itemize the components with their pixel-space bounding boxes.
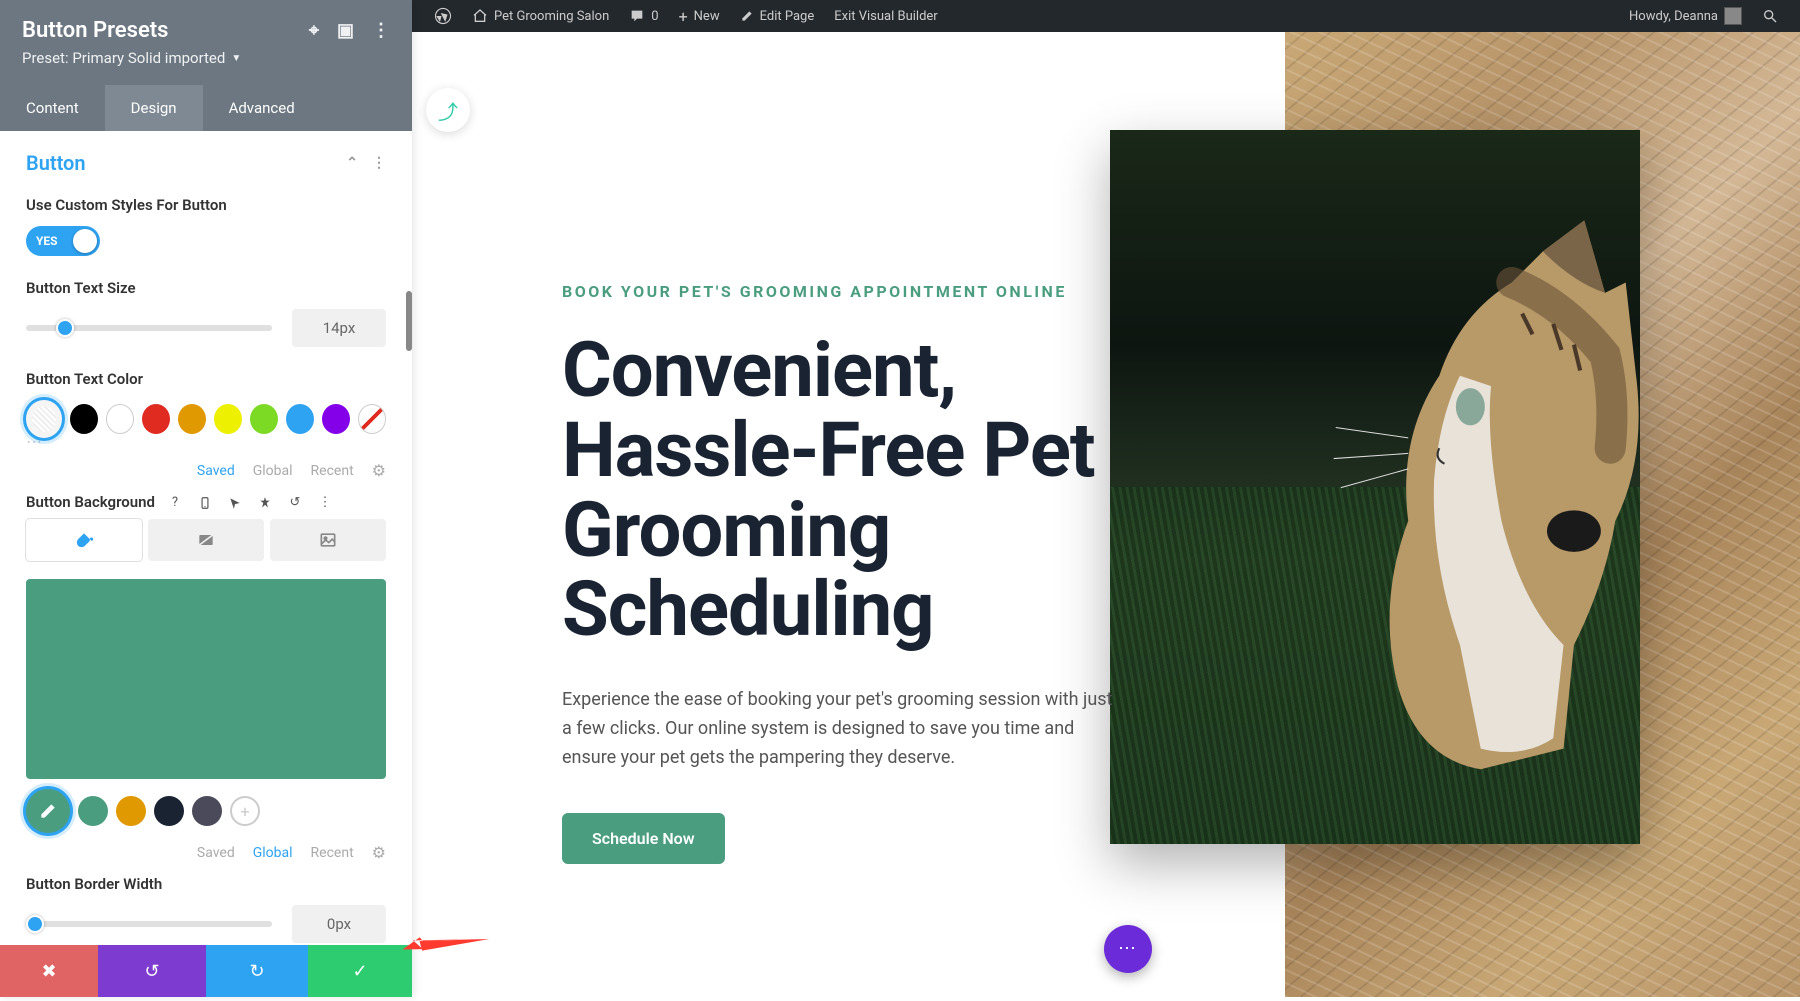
gear-icon[interactable]: ⚙	[372, 461, 386, 480]
color-tab-saved-2[interactable]: Saved	[197, 845, 235, 861]
global-color-2[interactable]	[116, 796, 146, 826]
hover-icon[interactable]	[225, 493, 245, 513]
slider-thumb-border[interactable]	[26, 915, 44, 933]
toggle-yes-text: YES	[36, 234, 58, 248]
mobile-icon[interactable]	[195, 493, 215, 513]
wp-logo[interactable]	[424, 0, 462, 32]
pin-icon[interactable]	[255, 493, 275, 513]
exit-builder-link[interactable]: Exit Visual Builder	[824, 0, 947, 32]
hero-headline: Convenient, Hassle-Free Pet Grooming Sch…	[562, 331, 1122, 650]
global-color-4[interactable]	[192, 796, 222, 826]
expand-icon[interactable]: ▣	[337, 20, 354, 41]
chevron-down-icon: ▼	[231, 53, 241, 64]
panel-tabs: Content Design Advanced	[0, 85, 412, 131]
bg-tab-image[interactable]	[270, 519, 386, 561]
scrollbar-thumb[interactable]	[406, 291, 412, 351]
gear-icon-2[interactable]: ⚙	[372, 843, 386, 862]
focus-icon[interactable]: ⌖	[309, 20, 319, 41]
color-white[interactable]	[106, 404, 134, 434]
color-purple[interactable]	[322, 404, 350, 434]
undo-button[interactable]: ↺	[98, 945, 206, 997]
global-color-active[interactable]	[26, 789, 70, 833]
color-blue[interactable]	[286, 404, 314, 434]
color-black[interactable]	[70, 404, 98, 434]
drag-handle-icon[interactable]: ⋯	[0, 432, 412, 451]
new-link[interactable]: + New	[669, 0, 730, 32]
global-color-1[interactable]	[78, 796, 108, 826]
collapse-icon[interactable]: ⌃	[346, 155, 358, 171]
color-tab-saved[interactable]: Saved	[197, 463, 235, 479]
wp-admin-bar: Pet Grooming Salon 0 + New Edit Page Exi…	[412, 0, 1800, 32]
avatar	[1724, 7, 1742, 25]
color-tab-recent[interactable]: Recent	[311, 463, 354, 479]
comments-link[interactable]: 0	[619, 0, 668, 32]
custom-styles-toggle[interactable]: YES	[26, 226, 100, 256]
tab-advanced[interactable]: Advanced	[203, 85, 321, 131]
toggle-knob	[73, 229, 97, 253]
site-name[interactable]: Pet Grooming Salon	[462, 0, 619, 32]
reset-icon[interactable]: ↺	[285, 493, 305, 513]
bg-tab-color[interactable]	[26, 519, 142, 561]
preset-selector[interactable]: Preset: Primary Solid imported ▼	[22, 49, 390, 67]
add-global-color[interactable]: +	[230, 796, 260, 826]
bg-more-icon[interactable]: ⋮	[315, 493, 335, 513]
bg-color-preview[interactable]	[26, 579, 386, 779]
color-orange[interactable]	[178, 404, 206, 434]
page-preview: ⤴ BOOK YOUR PET'S GROOMING APPOINTMENT O…	[412, 32, 1800, 997]
hero-kicker: BOOK YOUR PET'S GROOMING APPOINTMENT ONL…	[562, 282, 1122, 301]
cancel-button[interactable]: ✖	[0, 945, 98, 997]
section-more-icon[interactable]: ⋮	[372, 155, 386, 171]
text-size-value[interactable]: 14px	[292, 309, 386, 347]
builder-fab[interactable]: ⋯	[1104, 925, 1152, 973]
schedule-button[interactable]: Schedule Now	[562, 813, 725, 864]
more-icon[interactable]: ⋮	[372, 20, 390, 41]
panel-header: Button Presets ⌖ ▣ ⋮ Preset: Primary Sol…	[0, 0, 412, 85]
section-title[interactable]: Button	[26, 151, 86, 175]
color-tab-global-2[interactable]: Global	[253, 845, 293, 861]
panel-body: Button ⌃ ⋮ Use Custom Styles For Button …	[0, 131, 412, 997]
color-red[interactable]	[142, 404, 170, 434]
color-tab-recent-2[interactable]: Recent	[311, 845, 354, 861]
tab-design[interactable]: Design	[105, 85, 203, 131]
action-bar: ✖ ↺ ↻ ✓	[0, 945, 412, 997]
slider-thumb[interactable]	[56, 319, 74, 337]
hero-content: BOOK YOUR PET'S GROOMING APPOINTMENT ONL…	[562, 282, 1122, 864]
help-icon[interactable]: ?	[165, 493, 185, 513]
color-transparent[interactable]	[358, 404, 386, 434]
text-color-label: Button Text Color	[26, 369, 386, 390]
color-lime[interactable]	[250, 404, 278, 434]
redo-button[interactable]: ↻	[206, 945, 308, 997]
color-picker-current[interactable]	[26, 400, 62, 438]
border-width-label: Button Border Width	[26, 874, 386, 895]
color-yellow[interactable]	[214, 404, 242, 434]
tab-content[interactable]: Content	[0, 85, 105, 131]
bg-label: Button Background	[26, 492, 155, 513]
bg-tab-gradient[interactable]	[148, 519, 264, 561]
text-size-slider[interactable]	[26, 325, 272, 331]
panel-title-text: Button Presets	[22, 18, 168, 43]
border-width-value[interactable]: 0px	[292, 905, 386, 943]
hero-body: Experience the ease of booking your pet'…	[562, 686, 1122, 772]
settings-sidebar: Button Presets ⌖ ▣ ⋮ Preset: Primary Sol…	[0, 0, 412, 997]
search-icon[interactable]	[1752, 8, 1788, 24]
preset-label: Preset: Primary Solid imported	[22, 49, 225, 67]
text-size-label: Button Text Size	[26, 278, 386, 299]
edit-page-link[interactable]: Edit Page	[730, 0, 825, 32]
custom-styles-label: Use Custom Styles For Button	[26, 195, 386, 216]
scroll-indicator[interactable]: ⤴	[426, 88, 470, 132]
howdy-user[interactable]: Howdy, Deanna	[1619, 7, 1752, 25]
border-width-slider[interactable]	[26, 921, 272, 927]
hero-cat-image	[1110, 130, 1640, 844]
global-color-3[interactable]	[154, 796, 184, 826]
color-tab-global[interactable]: Global	[253, 463, 293, 479]
